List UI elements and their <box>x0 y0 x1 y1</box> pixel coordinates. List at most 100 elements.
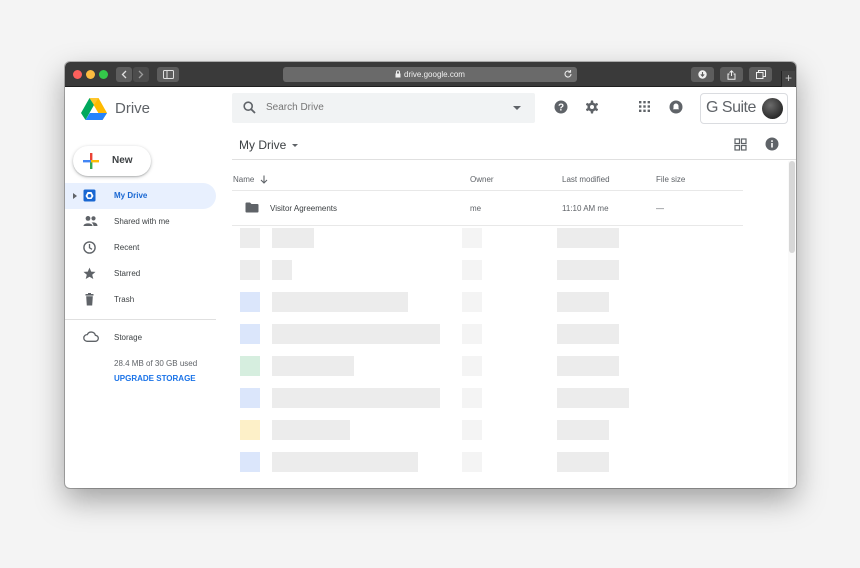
sidebar-item-trash[interactable]: Trash <box>65 287 216 313</box>
table-row-redacted[interactable] <box>232 256 743 282</box>
clock-icon <box>83 241 96 254</box>
forward-button[interactable] <box>133 67 149 82</box>
share-button[interactable] <box>720 67 743 82</box>
page-title-text: My Drive <box>239 138 287 152</box>
row-divider <box>232 190 743 191</box>
sidebar-toggle-button[interactable] <box>157 67 179 82</box>
gear-icon[interactable] <box>585 100 599 114</box>
cloud-icon <box>83 331 99 342</box>
address-bar[interactable]: drive.google.com <box>283 67 577 82</box>
star-icon <box>83 267 96 279</box>
table-row-redacted[interactable] <box>232 352 743 378</box>
chevron-left-icon <box>121 70 127 79</box>
table-row-redacted[interactable] <box>232 224 743 250</box>
column-header-name[interactable]: Name <box>233 175 268 184</box>
sidebar-item-label: Shared with me <box>114 217 170 226</box>
avatar[interactable] <box>762 98 783 119</box>
sidebar-item-label: My Drive <box>114 191 148 200</box>
column-header-last-modified[interactable]: Last modified <box>562 175 610 184</box>
sort-arrow-down-icon[interactable] <box>260 175 268 184</box>
table-row-redacted[interactable] <box>232 384 743 410</box>
people-icon <box>83 216 98 226</box>
show-tabs-button[interactable] <box>749 67 772 82</box>
file-owner: me <box>470 204 482 213</box>
back-button[interactable] <box>116 67 132 82</box>
table-row-redacted[interactable] <box>232 288 743 314</box>
redacted-owner <box>462 324 482 344</box>
grid-view-icon[interactable] <box>734 138 747 151</box>
redacted-name <box>272 356 354 376</box>
sidebar-item-label: Storage <box>114 333 143 342</box>
upgrade-storage-link[interactable]: UPGRADE STORAGE <box>114 374 196 383</box>
file-size: — <box>656 204 664 213</box>
header-divider <box>232 159 796 160</box>
redacted-owner <box>462 356 482 376</box>
redacted-icon <box>240 324 260 344</box>
sidebar-item-my-drive[interactable]: My Drive <box>65 183 216 209</box>
search-icon <box>243 101 256 114</box>
app-name: Drive <box>115 100 151 117</box>
redacted-icon <box>240 452 260 472</box>
sidebar-item-shared-with-me[interactable]: Shared with me <box>65 209 216 235</box>
minimize-window-button[interactable] <box>86 70 95 79</box>
sidebar-item-label: Starred <box>114 269 141 278</box>
new-button[interactable]: New <box>73 146 151 176</box>
expand-arrow-icon[interactable] <box>73 193 77 199</box>
sidebar-item-recent[interactable]: Recent <box>65 235 216 261</box>
scrollbar-thumb[interactable] <box>789 161 795 253</box>
trash-icon <box>85 293 94 306</box>
search-input[interactable]: Search Drive <box>232 93 535 123</box>
redacted-icon <box>240 388 260 408</box>
redacted-icon <box>240 292 260 312</box>
column-header-label: Name <box>233 175 255 184</box>
redacted-modified <box>557 324 619 344</box>
browser-window: drive.google.com + Drive Search Drive ? <box>65 62 796 488</box>
account-switcher[interactable]: G Suite <box>700 93 788 124</box>
redacted-modified <box>557 260 619 280</box>
redacted-name <box>272 388 440 408</box>
redacted-owner <box>462 452 482 472</box>
sidebar-divider <box>65 319 216 320</box>
my-drive-icon <box>83 189 96 202</box>
chevron-right-icon <box>138 70 144 79</box>
zoom-window-button[interactable] <box>99 70 108 79</box>
redacted-name <box>272 228 314 248</box>
redacted-owner <box>462 388 482 408</box>
chevron-down-icon <box>292 144 299 147</box>
table-row-redacted[interactable] <box>232 448 743 474</box>
address-url: drive.google.com <box>404 70 465 79</box>
drive-logo-icon[interactable] <box>81 98 107 125</box>
storage-usage-text: 28.4 MB of 30 GB used <box>114 359 198 368</box>
new-tab-button[interactable]: + <box>781 71 795 87</box>
sidebar-item-storage[interactable]: Storage <box>65 325 216 351</box>
redacted-modified <box>557 388 629 408</box>
downloads-button[interactable] <box>691 67 714 82</box>
scrollbar[interactable] <box>788 161 796 488</box>
notifications-icon[interactable] <box>669 100 683 114</box>
gsuite-label: G Suite <box>706 99 756 116</box>
redacted-icon <box>240 356 260 376</box>
share-icon <box>727 70 736 80</box>
sidebar-icon <box>162 70 174 79</box>
sidebar-item-starred[interactable]: Starred <box>65 261 216 287</box>
table-row-redacted[interactable] <box>232 416 743 442</box>
redacted-modified <box>557 356 619 376</box>
page-title[interactable]: My Drive <box>239 138 299 152</box>
reload-icon[interactable] <box>563 69 573 79</box>
file-name: Visitor Agreements <box>270 204 337 213</box>
table-row-redacted[interactable] <box>232 320 743 346</box>
column-header-file-size[interactable]: File size <box>656 175 685 184</box>
column-header-owner[interactable]: Owner <box>470 175 494 184</box>
tabs-icon <box>755 70 766 79</box>
lock-icon <box>395 70 401 78</box>
apps-grid-icon[interactable] <box>638 100 651 113</box>
search-placeholder: Search Drive <box>266 102 324 113</box>
close-window-button[interactable] <box>73 70 82 79</box>
redacted-icon <box>240 228 260 248</box>
redacted-modified <box>557 292 609 312</box>
redacted-owner <box>462 420 482 440</box>
info-icon[interactable] <box>765 137 779 151</box>
help-icon[interactable]: ? <box>554 100 568 114</box>
plus-icon <box>83 153 99 169</box>
search-options-icon[interactable] <box>513 106 521 110</box>
